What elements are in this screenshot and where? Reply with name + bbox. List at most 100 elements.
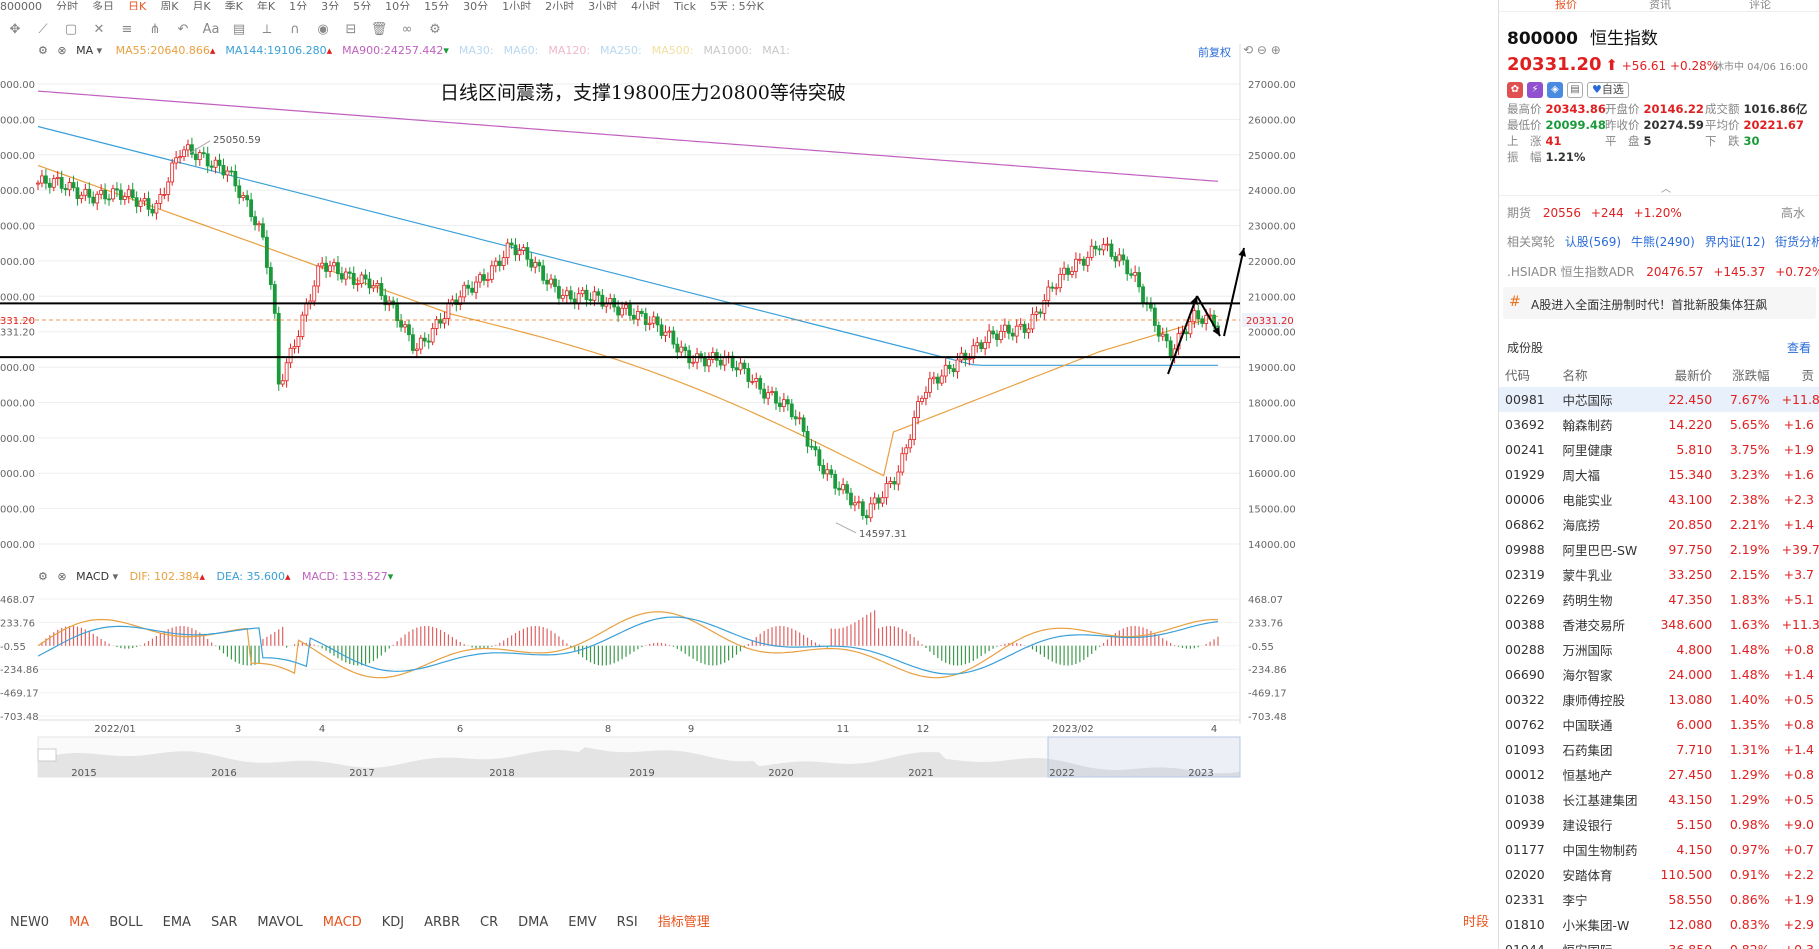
text-tool-icon[interactable]: Aa (200, 22, 222, 37)
ma-legend-name[interactable]: MA (76, 44, 93, 57)
column-header[interactable]: 最新价 (1647, 362, 1718, 387)
indicator-tab[interactable]: RSI (607, 913, 648, 933)
related-warrants[interactable]: 认股(569) (1565, 235, 1621, 249)
indicator-tab[interactable]: MAVOL (247, 913, 312, 933)
note-icon[interactable]: ▤ (228, 22, 250, 37)
news-headline[interactable]: A股进入全面注册制时代！首批新股集体狂飙 (1531, 296, 1767, 313)
view-all-link[interactable]: 查看 (1787, 339, 1811, 356)
tab-quote[interactable]: 报价 (1555, 0, 1577, 12)
tab-comments[interactable]: 评论 (1749, 0, 1771, 12)
adjust-label[interactable]: 前复权 (1198, 44, 1231, 60)
close-icon[interactable]: ⊗ (57, 44, 66, 57)
related-analysis[interactable]: 街货分析 (1775, 235, 1819, 249)
ma-legend-label[interactable]: MA900: (342, 44, 384, 57)
move-icon[interactable]: ✥ (4, 22, 26, 37)
table-row[interactable]: 09988 阿里巴巴-SW 97.750 2.19% +39.7 (1499, 537, 1819, 562)
period-tab[interactable]: 2小时 (545, 1, 574, 10)
table-row[interactable]: 01929 周大福 15.340 3.23% +1.6 (1499, 462, 1819, 487)
table-row[interactable]: 00322 康师傅控股 13.080 1.40% +0.5 (1499, 687, 1819, 712)
ma-legend-label[interactable]: MA1000: (703, 44, 752, 57)
indicator-tab[interactable]: 指标管理 (648, 913, 720, 933)
table-row[interactable]: 00012 恒基地产 27.450 1.29% +0.8 (1499, 762, 1819, 787)
settings-icon[interactable]: ⚙ (38, 44, 48, 57)
table-row[interactable]: 01810 小米集团-W 12.080 0.83% +2.9 (1499, 912, 1819, 937)
table-row[interactable]: 00762 中国联通 6.000 1.35% +0.8 (1499, 712, 1819, 737)
note-icon[interactable]: ▤ (1567, 82, 1583, 98)
table-row[interactable]: 03692 翰森制药 14.220 5.65% +1.6 (1499, 412, 1819, 437)
table-row[interactable]: 01177 中国生物制药 4.150 0.97% +0.7 (1499, 837, 1819, 862)
indicator-tab[interactable]: EMV (558, 913, 606, 933)
chevron-down-icon[interactable]: ▾ (113, 570, 119, 583)
lock-icon[interactable]: ⊟ (340, 22, 362, 37)
indicator-tab[interactable]: BOLL (99, 913, 152, 933)
line-tool-icon[interactable]: ⟋ (32, 22, 54, 37)
panel-controls[interactable]: ⟲ ⊖ ⊕ (1243, 43, 1281, 57)
period-tab[interactable]: 年K (257, 1, 275, 10)
table-row[interactable]: 00288 万洲国际 4.800 1.48% +0.8 (1499, 637, 1819, 662)
table-row[interactable]: 00981 中芯国际 22.450 7.67% +11.8 (1499, 387, 1819, 412)
time-range-button[interactable]: 时段 (1463, 913, 1489, 933)
pitchfork-icon[interactable]: ⋔ (144, 22, 166, 37)
alert-icon[interactable]: ⚡ (1527, 82, 1543, 98)
column-header[interactable]: 代码 (1499, 362, 1556, 387)
table-row[interactable]: 02319 蒙牛乳业 33.250 2.15% +3.7 (1499, 562, 1819, 587)
indicator-tab[interactable]: DMA (508, 913, 558, 933)
ma-legend-label[interactable]: MA60: (504, 44, 539, 57)
trash-icon[interactable]: 🗑 (368, 22, 390, 37)
period-tab[interactable]: 季K (225, 1, 243, 10)
fib-tool-icon[interactable]: ≡ (116, 22, 138, 37)
table-row[interactable]: 06862 海底捞 20.850 2.21% +1.4 (1499, 512, 1819, 537)
ma-legend-label[interactable]: MA250: (600, 44, 642, 57)
period-tab[interactable]: Tick (674, 1, 696, 10)
add-watchlist-button[interactable]: ♥自选 (1587, 82, 1629, 98)
ma-legend-label[interactable]: MA30: (459, 44, 494, 57)
news-banner[interactable]: # A股进入全面注册制时代！首批新股集体狂飙 (1503, 287, 1816, 319)
period-tab[interactable]: 30分 (463, 1, 488, 10)
eye-icon[interactable]: ◉ (312, 22, 334, 37)
cross-tool-icon[interactable]: ✕ (88, 22, 110, 37)
indicator-tab[interactable]: NEW0 (0, 913, 59, 933)
indicator-tab[interactable]: MACD (313, 913, 372, 933)
table-row[interactable]: 02331 李宁 58.550 0.86% +1.9 (1499, 887, 1819, 912)
period-tab[interactable]: 月K (192, 1, 210, 10)
ma-legend-label[interactable]: MA120: (548, 44, 590, 57)
indicator-tab[interactable]: KDJ (372, 913, 414, 933)
table-row[interactable]: 02269 药明生物 47.350 1.83% +5.1 (1499, 587, 1819, 612)
period-tab[interactable]: 10分 (385, 1, 410, 10)
arrow-tool-icon[interactable]: ↶ (172, 22, 194, 37)
table-row[interactable]: 00939 建设银行 5.150 0.98% +9.0 (1499, 812, 1819, 837)
tab-news[interactable]: 资讯 (1649, 0, 1671, 12)
table-row[interactable]: 00388 香港交易所 348.600 1.63% +11.3 (1499, 612, 1819, 637)
table-row[interactable]: 00241 阿里健康 5.810 3.75% +1.9 (1499, 437, 1819, 462)
indicator-tab[interactable]: MA (59, 913, 99, 933)
table-row[interactable]: 01093 石药集团 7.710 1.31% +1.4 (1499, 737, 1819, 762)
column-header[interactable]: 涨跌幅 (1718, 362, 1775, 387)
magnet-icon[interactable]: ∩ (284, 22, 306, 37)
period-tab[interactable]: 3分 (321, 1, 339, 10)
collapse-icon[interactable]: ︿ (1661, 180, 1671, 195)
table-row[interactable]: 02020 安踏体育 110.500 0.91% +2.2 (1499, 862, 1819, 887)
close-icon[interactable]: ⊗ (57, 570, 66, 583)
period-tab[interactable]: 3小时 (588, 1, 617, 10)
chevron-down-icon[interactable]: ▾ (97, 44, 103, 57)
chart-svg[interactable]: 27000.00 000.00 26000.00 000.00 25000.00 000.… (0, 44, 1498, 904)
indicator-tab[interactable]: ARBR (414, 913, 470, 933)
period-tab[interactable]: 多日 (92, 1, 114, 10)
link-icon[interactable]: ∞ (396, 22, 418, 37)
ma-legend-label[interactable]: MA55: (116, 44, 151, 57)
indicator-tab[interactable]: EMA (153, 913, 201, 933)
macd-legend-name[interactable]: MACD (76, 570, 109, 583)
kline-chart[interactable]: 27000.00 000.00 26000.00 000.00 25000.00 000.… (0, 43, 1498, 904)
period-tab[interactable]: 1分 (289, 1, 307, 10)
table-row[interactable]: 01044恒安国际36.8500.82%+0.3 (1499, 937, 1819, 949)
share-icon[interactable]: ✿ (1507, 82, 1523, 98)
period-tab[interactable]: 5天 : 5分K (710, 1, 764, 10)
ma-legend-label[interactable]: MA144: (225, 44, 267, 57)
shape-tool-icon[interactable]: ▢ (60, 22, 82, 37)
settings-icon[interactable]: ⚙ (424, 22, 446, 37)
period-tab[interactable]: 日K (128, 1, 146, 10)
ma-legend-label[interactable]: MA1: (762, 44, 790, 57)
period-tab[interactable]: 4小时 (631, 1, 660, 10)
period-tab[interactable]: 800000 (0, 1, 42, 10)
table-row[interactable]: 00006 电能实业 43.100 2.38% +2.3 (1499, 487, 1819, 512)
